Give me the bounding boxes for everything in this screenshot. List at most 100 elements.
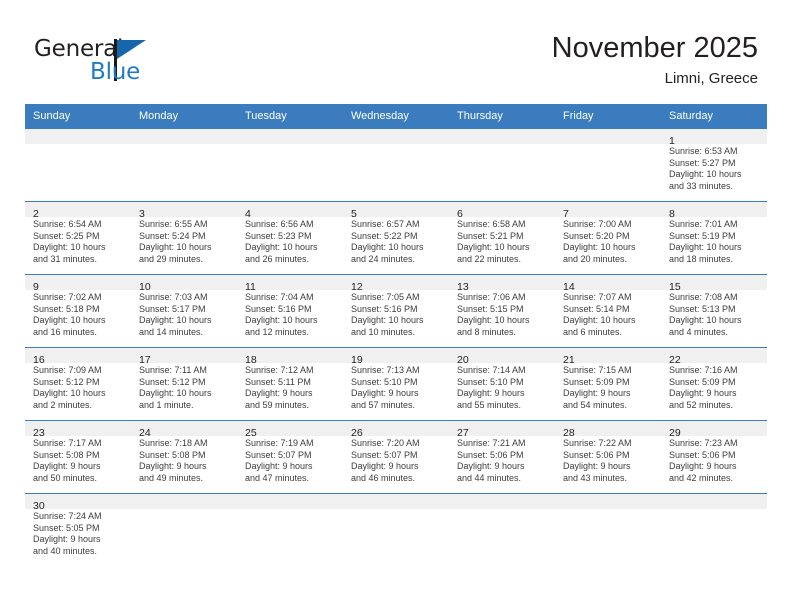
day-number-band: 17 (131, 348, 237, 366)
day-cell-inner: 23 Sunrise: 7:17 AM Sunset: 5:08 PM Dayligh… (25, 421, 131, 493)
calendar-day-cell[interactable]: 25 Sunrise: 7:19 AM Sunset: 5:07 PM Dayligh… (237, 420, 343, 494)
calendar-day-cell[interactable]: 5 Sunrise: 6:57 AM Sunset: 5:22 PM Daylight… (343, 201, 449, 275)
day-number-band: 16 (25, 348, 131, 366)
calendar-day-cell[interactable]: 19 Sunrise: 7:13 AM Sunset: 5:10 PM Dayligh… (343, 347, 449, 421)
calendar-day-cell[interactable]: 13 Sunrise: 7:06 AM Sunset: 5:15 PM Dayligh… (449, 274, 555, 348)
day-details: Sunrise: 7:13 AM Sunset: 5:10 PM Daylight:… (343, 363, 449, 411)
sunrise-time: Sunrise: 7:19 AM (245, 438, 314, 448)
calendar-day-cell[interactable]: 3 Sunrise: 6:55 AM Sunset: 5:24 PM Daylight… (131, 201, 237, 275)
daylight-duration-line2: and 14 minutes. (139, 326, 204, 337)
day-details: Sunrise: 7:03 AM Sunset: 5:17 PM Daylight:… (131, 290, 237, 338)
daylight-duration-line1: Daylight: 9 hours (669, 461, 737, 472)
day-cell-inner (237, 129, 343, 201)
general-blue-logo[interactable]: General Blue (34, 36, 214, 88)
calendar-day-cell[interactable]: 1 Sunrise: 6:53 AM Sunset: 5:27 PM Daylight… (661, 128, 767, 202)
day-number-band (661, 494, 767, 509)
daylight-duration-line2: and 10 minutes. (351, 326, 416, 337)
calendar-day-cell[interactable]: 28 Sunrise: 7:22 AM Sunset: 5:06 PM Dayligh… (555, 420, 661, 494)
sunrise-time: Sunrise: 7:05 AM (351, 292, 420, 302)
sunset-time: Sunset: 5:27 PM (669, 157, 736, 168)
daylight-duration-line1: Daylight: 9 hours (563, 461, 631, 472)
daylight-duration-line2: and 20 minutes. (563, 253, 628, 264)
calendar-day-cell[interactable]: 2 Sunrise: 6:54 AM Sunset: 5:25 PM Daylight… (25, 201, 131, 275)
daylight-duration-line1: Daylight: 9 hours (33, 461, 101, 472)
day-cell-inner (555, 129, 661, 201)
calendar-day-cell[interactable]: 20 Sunrise: 7:14 AM Sunset: 5:10 PM Dayligh… (449, 347, 555, 421)
sunrise-time: Sunrise: 7:14 AM (457, 365, 526, 375)
calendar-day-cell[interactable]: 17 Sunrise: 7:11 AM Sunset: 5:12 PM Dayligh… (131, 347, 237, 421)
sunset-time: Sunset: 5:19 PM (669, 230, 736, 241)
sunset-time: Sunset: 5:07 PM (245, 449, 312, 460)
daylight-duration-line1: Daylight: 10 hours (245, 242, 318, 253)
daylight-duration-line1: Daylight: 9 hours (351, 388, 419, 399)
day-cell-inner: 27 Sunrise: 7:21 AM Sunset: 5:06 PM Dayligh… (449, 421, 555, 493)
sunrise-time: Sunrise: 7:21 AM (457, 438, 526, 448)
calendar-day-cell[interactable]: 11 Sunrise: 7:04 AM Sunset: 5:16 PM Dayligh… (237, 274, 343, 348)
sunset-time: Sunset: 5:21 PM (457, 230, 524, 241)
calendar-header-row: Sunday Monday Tuesday Wednesday Thursday… (25, 104, 767, 129)
day-cell-inner (343, 129, 449, 201)
day-number-band: 14 (555, 275, 661, 293)
day-number-band: 8 (661, 202, 767, 220)
daylight-duration-line2: and 4 minutes. (669, 326, 729, 337)
calendar-day-cell[interactable]: 10 Sunrise: 7:03 AM Sunset: 5:17 PM Dayligh… (131, 274, 237, 348)
daylight-duration-line2: and 43 minutes. (563, 472, 628, 483)
day-details: Sunrise: 7:09 AM Sunset: 5:12 PM Daylight:… (25, 363, 131, 411)
calendar-day-cell[interactable]: 26 Sunrise: 7:20 AM Sunset: 5:07 PM Dayligh… (343, 420, 449, 494)
day-details: Sunrise: 7:08 AM Sunset: 5:13 PM Daylight:… (661, 290, 767, 338)
calendar-day-cell[interactable]: 12 Sunrise: 7:05 AM Sunset: 5:16 PM Dayligh… (343, 274, 449, 348)
sunset-time: Sunset: 5:08 PM (33, 449, 100, 460)
calendar-day-cell[interactable]: 16 Sunrise: 7:09 AM Sunset: 5:12 PM Dayligh… (25, 347, 131, 421)
calendar-day-cell[interactable]: 14 Sunrise: 7:07 AM Sunset: 5:14 PM Dayligh… (555, 274, 661, 348)
calendar-day-cell[interactable]: 27 Sunrise: 7:21 AM Sunset: 5:06 PM Dayligh… (449, 420, 555, 494)
calendar-day-cell[interactable]: 29 Sunrise: 7:23 AM Sunset: 5:06 PM Dayligh… (661, 420, 767, 494)
day-details: Sunrise: 7:15 AM Sunset: 5:09 PM Daylight:… (555, 363, 661, 411)
sunrise-time: Sunrise: 7:22 AM (563, 438, 632, 448)
calendar-day-cell[interactable]: 6 Sunrise: 6:58 AM Sunset: 5:21 PM Daylight… (449, 201, 555, 275)
day-cell-inner: 18 Sunrise: 7:12 AM Sunset: 5:11 PM Dayligh… (237, 348, 343, 420)
day-details: Sunrise: 7:21 AM Sunset: 5:06 PM Daylight:… (449, 436, 555, 484)
daylight-duration-line2: and 42 minutes. (669, 472, 734, 483)
day-cell-inner: 6 Sunrise: 6:58 AM Sunset: 5:21 PM Daylight… (449, 202, 555, 274)
daylight-duration-line2: and 33 minutes. (669, 180, 734, 191)
sunset-time: Sunset: 5:24 PM (139, 230, 206, 241)
day-details: Sunrise: 7:11 AM Sunset: 5:12 PM Daylight:… (131, 363, 237, 411)
day-cell-inner: 21 Sunrise: 7:15 AM Sunset: 5:09 PM Dayligh… (555, 348, 661, 420)
calendar-day-cell[interactable]: 22 Sunrise: 7:16 AM Sunset: 5:09 PM Dayligh… (661, 347, 767, 421)
calendar-day-cell[interactable]: 8 Sunrise: 7:01 AM Sunset: 5:19 PM Daylight… (661, 201, 767, 275)
weekday-header-thursday: Thursday (449, 104, 555, 129)
calendar-day-cell[interactable]: 30 Sunrise: 7:24 AM Sunset: 5:05 PM Dayligh… (25, 493, 131, 566)
calendar-day-cell[interactable]: 21 Sunrise: 7:15 AM Sunset: 5:09 PM Dayligh… (555, 347, 661, 421)
day-number-band (25, 129, 131, 144)
calendar-day-cell[interactable]: 24 Sunrise: 7:18 AM Sunset: 5:08 PM Dayligh… (131, 420, 237, 494)
day-number-band (131, 129, 237, 144)
sunrise-time: Sunrise: 7:07 AM (563, 292, 632, 302)
day-number-band (449, 129, 555, 144)
day-details: Sunrise: 6:53 AM Sunset: 5:27 PM Daylight:… (661, 144, 767, 192)
day-cell-inner: 30 Sunrise: 7:24 AM Sunset: 5:05 PM Dayligh… (25, 494, 131, 566)
day-cell-inner: 16 Sunrise: 7:09 AM Sunset: 5:12 PM Dayligh… (25, 348, 131, 420)
daylight-duration-line1: Daylight: 9 hours (351, 461, 419, 472)
day-details: Sunrise: 7:20 AM Sunset: 5:07 PM Daylight:… (343, 436, 449, 484)
sunrise-time: Sunrise: 7:11 AM (139, 365, 207, 375)
daylight-duration-line2: and 44 minutes. (457, 472, 522, 483)
sunset-time: Sunset: 5:08 PM (139, 449, 206, 460)
day-details: Sunrise: 6:58 AM Sunset: 5:21 PM Daylight:… (449, 217, 555, 265)
calendar-container: Sunday Monday Tuesday Wednesday Thursday… (25, 104, 767, 566)
calendar-day-cell[interactable]: 23 Sunrise: 7:17 AM Sunset: 5:08 PM Dayligh… (25, 420, 131, 494)
calendar-table: Sunday Monday Tuesday Wednesday Thursday… (25, 104, 767, 566)
daylight-duration-line2: and 22 minutes. (457, 253, 522, 264)
sunset-time: Sunset: 5:18 PM (33, 303, 100, 314)
sunrise-time: Sunrise: 7:17 AM (33, 438, 102, 448)
calendar-day-cell[interactable]: 4 Sunrise: 6:56 AM Sunset: 5:23 PM Daylight… (237, 201, 343, 275)
daylight-duration-line1: Daylight: 10 hours (33, 388, 106, 399)
day-cell-inner: 11 Sunrise: 7:04 AM Sunset: 5:16 PM Dayligh… (237, 275, 343, 347)
calendar-day-cell[interactable]: 7 Sunrise: 7:00 AM Sunset: 5:20 PM Daylight… (555, 201, 661, 275)
calendar-day-cell[interactable]: 18 Sunrise: 7:12 AM Sunset: 5:11 PM Dayligh… (237, 347, 343, 421)
daylight-duration-line1: Daylight: 10 hours (669, 242, 742, 253)
day-cell-inner: 3 Sunrise: 6:55 AM Sunset: 5:24 PM Daylight… (131, 202, 237, 274)
sunrise-time: Sunrise: 7:13 AM (351, 365, 420, 375)
calendar-day-cell[interactable]: 9 Sunrise: 7:02 AM Sunset: 5:18 PM Daylight… (25, 274, 131, 348)
calendar-day-cell[interactable]: 15 Sunrise: 7:08 AM Sunset: 5:13 PM Dayligh… (661, 274, 767, 348)
day-cell-inner: 15 Sunrise: 7:08 AM Sunset: 5:13 PM Dayligh… (661, 275, 767, 347)
